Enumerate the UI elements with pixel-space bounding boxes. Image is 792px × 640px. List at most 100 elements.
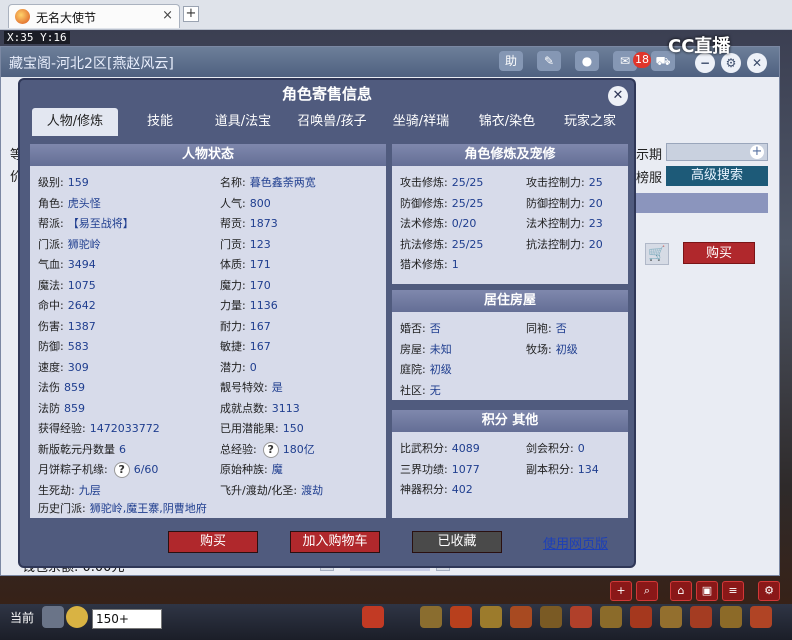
- house-row-value: 无: [429, 383, 441, 397]
- tab-items[interactable]: 道具/法宝: [202, 108, 284, 136]
- advanced-search-button[interactable]: 高级搜索: [666, 166, 768, 186]
- skill-slot-icon[interactable]: [420, 606, 442, 628]
- status-row-label: 原始种族:: [220, 463, 268, 476]
- cultivation-row-value: 23: [588, 217, 603, 230]
- cultivation-row: 防御修炼: 25/25: [400, 195, 483, 211]
- status-row-label: 人气:: [220, 196, 246, 210]
- points-row: 副本积分: 134: [526, 461, 599, 477]
- skill-slot-icon[interactable]: [450, 606, 472, 628]
- side-bag-icon[interactable]: ▣: [696, 581, 718, 601]
- status-row-value: 800: [249, 196, 271, 210]
- house-row-value: 否: [429, 322, 441, 335]
- cultivation-row-value: 25: [588, 176, 603, 189]
- status-row-value: 3494: [67, 258, 96, 271]
- tab-character[interactable]: 人物/修炼: [32, 108, 118, 136]
- history-sects: 历史门派: 狮驼岭,魔王寨,阴曹地府: [38, 502, 207, 515]
- status-row-value: 暮色鑫荼两宽: [249, 176, 316, 189]
- side-gear-icon[interactable]: ⚙: [758, 581, 780, 601]
- status-row-value: 0: [249, 360, 257, 374]
- cultivation-row: 攻击控制力: 25: [526, 174, 603, 190]
- chat-channel[interactable]: 当前: [10, 609, 34, 626]
- close-icon[interactable]: ✕: [747, 53, 767, 73]
- cultivation-row-value: 0/20: [451, 217, 477, 230]
- status-row-label: 命中:: [38, 299, 64, 312]
- chat-input[interactable]: 150+: [92, 609, 162, 629]
- skill-slot-icon[interactable]: [750, 606, 772, 628]
- status-row: 潜力: 0: [220, 359, 257, 375]
- cultivation-row: 法术控制力: 23: [526, 215, 603, 231]
- status-row-value: 180亿: [282, 442, 315, 456]
- status-row-label: 门贡:: [220, 237, 246, 251]
- emoji-icon[interactable]: [66, 606, 88, 628]
- favorited-button[interactable]: 已收藏: [412, 531, 502, 553]
- status-row-label: 总经验:: [220, 442, 257, 456]
- skill-slot-icon[interactable]: [630, 606, 652, 628]
- skill-slot-icon[interactable]: [570, 606, 592, 628]
- tab-outfits[interactable]: 锦衣/染色: [466, 108, 548, 136]
- edit-icon[interactable]: ✎: [537, 51, 561, 71]
- house-panel-title: 居住房屋: [392, 290, 628, 312]
- period-label: 示期: [636, 148, 663, 163]
- cultivation-row-value: 20: [588, 196, 603, 210]
- status-row-value: 魔: [271, 463, 283, 476]
- dialog-title: 角色寄售信息: [281, 85, 372, 103]
- help-button[interactable]: 助: [499, 51, 523, 71]
- flag-icon[interactable]: [362, 606, 384, 628]
- dialog-close-icon[interactable]: ✕: [608, 86, 628, 106]
- add-icon[interactable]: +: [750, 145, 764, 159]
- skill-slot-icon[interactable]: [480, 606, 502, 628]
- microphone-icon[interactable]: [42, 606, 64, 628]
- skill-slot-icon[interactable]: [540, 606, 562, 628]
- status-row: 角色: 虎头怪: [38, 195, 101, 211]
- house-row: 社区: 无: [400, 382, 441, 398]
- tab-skills[interactable]: 技能: [126, 108, 194, 136]
- add-to-cart-button[interactable]: 加入购物车: [290, 531, 380, 553]
- skill-slot-icon[interactable]: [660, 606, 682, 628]
- buy-button[interactable]: 购买: [168, 531, 258, 553]
- side-menu-icon[interactable]: ≡: [722, 581, 744, 601]
- web-version-link[interactable]: 使用网页版: [543, 533, 608, 552]
- listing-buy-button[interactable]: 购买: [683, 242, 755, 264]
- status-row-value: 167: [249, 340, 271, 353]
- status-row: 力量: 1136: [220, 297, 278, 313]
- side-up-icon[interactable]: ⌂: [670, 581, 692, 601]
- side-search-icon[interactable]: ⌕: [636, 581, 658, 601]
- status-row-value: 1136: [249, 299, 278, 312]
- status-row-value: 是: [271, 381, 283, 394]
- house-row-label: 同袍:: [526, 322, 552, 335]
- house-row: 同袍: 否: [526, 320, 567, 336]
- status-row-label: 月饼粽子机缘:: [38, 463, 108, 476]
- skill-slot-icon[interactable]: [600, 606, 622, 628]
- tab-close-icon[interactable]: ×: [162, 8, 173, 23]
- status-row-label: 体质:: [220, 258, 246, 271]
- status-row-value: 3113: [271, 401, 300, 415]
- cultivation-row-label: 抗法修炼:: [400, 237, 448, 251]
- period-select[interactable]: +: [666, 143, 768, 161]
- new-tab-button[interactable]: +: [183, 6, 199, 22]
- skill-slot-icon[interactable]: [720, 606, 742, 628]
- status-row-value: 1387: [67, 319, 96, 333]
- status-row: 气血: 3494: [38, 256, 96, 272]
- help-icon[interactable]: ?: [262, 441, 279, 458]
- tab-summons[interactable]: 召唤兽/孩子: [288, 108, 376, 136]
- record-icon[interactable]: ●: [575, 51, 599, 71]
- status-row-value: 1873: [249, 217, 278, 230]
- game-favicon-icon: [15, 9, 30, 24]
- skill-slot-icon[interactable]: [510, 606, 532, 628]
- status-row: 命中: 2642: [38, 297, 96, 313]
- skill-slot-icon[interactable]: [690, 606, 712, 628]
- browser-tab[interactable]: 无名大使节 ×: [8, 4, 180, 28]
- cultivation-row-label: 攻击修炼:: [400, 176, 448, 189]
- shopping-cart-icon[interactable]: 🛒: [645, 243, 669, 265]
- tab-mounts[interactable]: 坐骑/祥瑞: [380, 108, 462, 136]
- status-row: 成就点数: 3113: [220, 400, 300, 416]
- status-row-label: 魔力:: [220, 278, 246, 292]
- side-add-icon[interactable]: +: [610, 581, 632, 601]
- status-row: 靓号特效: 是: [220, 379, 283, 395]
- tab-home[interactable]: 玩家之家: [552, 108, 628, 136]
- points-panel: 积分 其他 比武积分: 4089 剑会积分: 0 三界功绩: 1077 副本积分: 134 神器…: [392, 410, 628, 518]
- status-row: 耐力: 167: [220, 318, 271, 334]
- points-row-value: 1077: [451, 462, 480, 476]
- browser-tab-title: 无名大使节: [36, 11, 97, 25]
- help-icon[interactable]: ?: [113, 462, 130, 478]
